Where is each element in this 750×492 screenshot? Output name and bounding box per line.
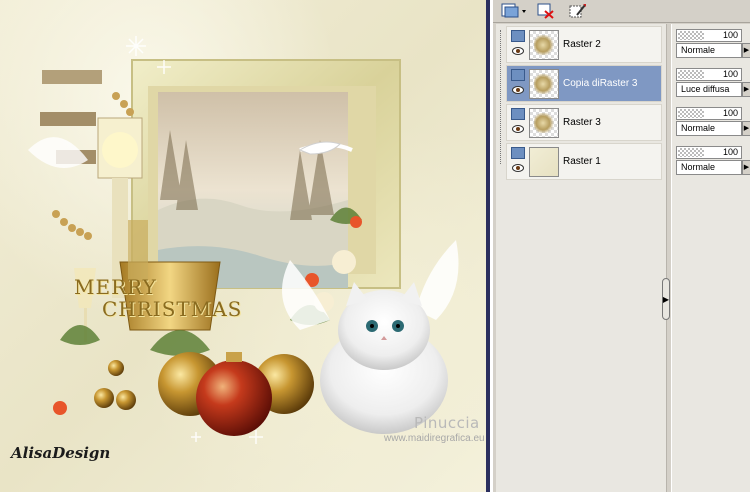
watermark-url: www.maidiregrafica.eu [384, 433, 485, 444]
eye-icon[interactable] [512, 125, 524, 133]
layer-type-icon [511, 108, 525, 120]
layer-row-raster-2[interactable]: Raster 2 [506, 26, 662, 63]
watermark-name: Pinuccia [414, 414, 480, 432]
blend-mode-select[interactable]: Luce diffusa [676, 82, 742, 97]
layer-type-icon [511, 30, 525, 42]
blend-mode-select[interactable]: Normale [676, 121, 742, 136]
blend-dropdown-arrow-icon[interactable]: ▶ [742, 160, 750, 175]
new-layer-button[interactable] [499, 2, 529, 20]
blend-mode-select[interactable]: Normale [676, 43, 742, 58]
chevron-right-icon: ▶ [662, 294, 670, 304]
opacity-value: 100 [722, 30, 738, 40]
eye-icon[interactable] [512, 47, 524, 55]
opacity-value: 100 [722, 69, 738, 79]
layer-row-copia-diraster-3[interactable]: Copia diRaster 3 [506, 65, 662, 102]
layer-type-icon [511, 147, 525, 159]
layer-thumbnail [529, 69, 559, 99]
layer-properties-column: 100 Normale ▶ 100 Luce diffusa ▶ 100 Nor… [671, 24, 750, 492]
title-line-2: CHRISTMAS [102, 297, 243, 321]
layers-panel: Raster 2 Copia diRaster 3 Raster 3 Raste… [493, 0, 750, 492]
layer-props-raster-1: 100 Normale ▶ [676, 146, 750, 178]
layer-properties-button[interactable] [567, 2, 589, 20]
blend-dropdown-arrow-icon[interactable]: ▶ [742, 82, 750, 97]
layer-list[interactable]: Raster 2 Copia diRaster 3 Raster 3 Raste… [496, 24, 670, 492]
new-layer-icon [501, 3, 526, 18]
eye-icon[interactable] [512, 164, 524, 172]
eye-icon[interactable] [512, 86, 524, 94]
opacity-slider[interactable]: 100 [676, 68, 742, 81]
opacity-slider[interactable]: 100 [676, 146, 742, 159]
blend-mode-select[interactable]: Normale [676, 160, 742, 175]
merry-christmas-title: MERRY CHRISTMAS [74, 276, 242, 320]
blend-dropdown-arrow-icon[interactable]: ▶ [742, 43, 750, 58]
layer-thumbnail [529, 108, 559, 138]
layer-thumbnail [529, 30, 559, 60]
layer-properties-icon [569, 4, 586, 18]
layer-name: Raster 2 [563, 39, 601, 50]
layer-props-raster-3: 100 Normale ▶ [676, 107, 750, 139]
layers-toolbar [493, 0, 750, 23]
layer-row-raster-3[interactable]: Raster 3 [506, 104, 662, 141]
layer-row-raster-1[interactable]: Raster 1 [506, 143, 662, 180]
opacity-value: 100 [722, 147, 738, 157]
opacity-slider[interactable]: 100 [676, 29, 742, 42]
layer-name: Raster 1 [563, 156, 601, 167]
canvas-artwork[interactable]: MERRY CHRISTMAS Pinuccia www.maidiregraf… [0, 0, 486, 492]
layer-name: Raster 3 [563, 117, 601, 128]
delete-layer-icon [537, 3, 554, 19]
blend-dropdown-arrow-icon[interactable]: ▶ [742, 121, 750, 136]
layer-props-raster-2: 100 Normale ▶ [676, 29, 750, 61]
layer-props-copia-diraster-3: 100 Luce diffusa ▶ [676, 68, 750, 100]
opacity-value: 100 [722, 108, 738, 118]
title-line-1: MERRY [74, 275, 157, 299]
opacity-slider[interactable]: 100 [676, 107, 742, 120]
signature: AlisaDesign [11, 444, 111, 462]
layer-thumbnail [529, 147, 559, 177]
delete-layer-button[interactable] [535, 2, 557, 20]
panel-collapse-handle[interactable]: ▶ [662, 278, 670, 320]
layer-name: Copia diRaster 3 [563, 78, 638, 89]
layer-type-icon [511, 69, 525, 81]
